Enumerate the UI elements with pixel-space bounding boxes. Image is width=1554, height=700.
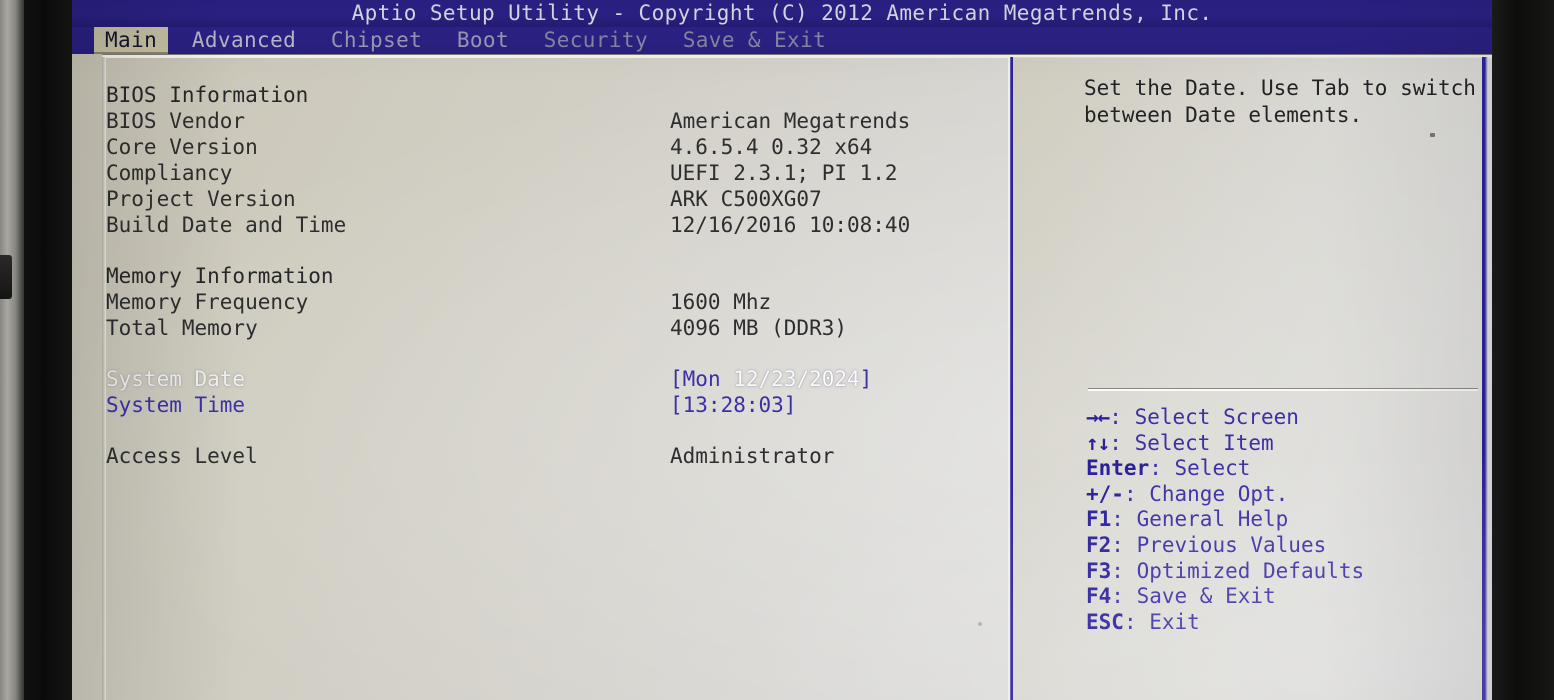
bios-screen: Aptio Setup Utility - Copyright (C) 2012… xyxy=(72,0,1492,700)
row-label: Compliancy xyxy=(106,161,233,185)
main-content-pane: BIOS Information BIOS Vendor American Me… xyxy=(106,60,1006,700)
key-action: Save & Exit xyxy=(1136,584,1276,609)
row-value: ARK C500XG07 xyxy=(670,187,822,211)
row-label: BIOS Vendor xyxy=(106,109,246,133)
row-value: UEFI 2.3.1; PI 1.2 xyxy=(670,161,898,185)
monitor-photo: Aptio Setup Utility - Copyright (C) 2012… xyxy=(0,0,1554,700)
key-name: F2 xyxy=(1086,532,1112,557)
access-level-label: Access Level xyxy=(106,444,258,468)
key-sep: : xyxy=(1111,558,1137,583)
help-pane: Set the Date. Use Tab to switch between … xyxy=(1008,57,1488,700)
key-legend-item-esc: ESC: Exit xyxy=(1086,610,1486,636)
row-label: Project Version xyxy=(106,187,296,211)
tab-advanced[interactable]: Advanced xyxy=(181,27,307,54)
section-heading-label: BIOS Information xyxy=(106,83,309,107)
access-level-value: Administrator xyxy=(670,444,835,468)
key-legend-item-f2: F2: Previous Values xyxy=(1086,533,1486,559)
section-heading-label: Memory Information xyxy=(106,264,334,288)
key-legend-item-select-item: ↑↓: Select Item xyxy=(1086,431,1486,457)
key-legend: →←: Select Screen ↑↓: Select Item Enter:… xyxy=(1086,405,1486,635)
row-label: Memory Frequency xyxy=(106,290,309,314)
row-value: American Megatrends xyxy=(670,109,911,133)
bezel-button-nub xyxy=(0,255,12,299)
key-action: Previous Values xyxy=(1136,532,1327,557)
key-sep: : xyxy=(1123,481,1150,506)
screen-dust-speck xyxy=(978,622,982,626)
tab-main[interactable]: Main xyxy=(94,27,169,54)
key-action: Select Screen xyxy=(1134,405,1299,429)
monitor-bezel-right xyxy=(1492,0,1554,700)
row-value: 4096 MB (DDR3) xyxy=(670,316,848,340)
row-value: 1600 Mhz xyxy=(670,290,772,314)
system-date-open-bracket: [ xyxy=(670,367,683,391)
arrow-left-right-icon: →← xyxy=(1086,405,1110,429)
key-legend-item-change-opt: +/-: Change Opt. xyxy=(1086,482,1486,508)
monitor-bezel-left xyxy=(0,0,72,700)
system-time-value[interactable]: [13:28:03] xyxy=(670,392,796,418)
tab-save-exit[interactable]: Save & Exit xyxy=(672,27,837,54)
help-pane-divider xyxy=(1088,388,1478,391)
key-legend-item-select-screen: →←: Select Screen xyxy=(1086,405,1486,431)
key-sep: : xyxy=(1109,430,1135,455)
system-date-date[interactable]: 12/23/2024 xyxy=(733,367,859,391)
key-legend-item-f1: F1: General Help xyxy=(1086,507,1486,533)
key-action: General Help xyxy=(1136,507,1289,532)
key-legend-item-f4: F4: Save & Exit xyxy=(1086,584,1486,610)
key-action: Optimized Defaults xyxy=(1136,558,1365,583)
system-time-label: System Time xyxy=(106,393,246,417)
key-sep: : xyxy=(1109,405,1135,429)
tab-boot[interactable]: Boot xyxy=(446,27,520,54)
row-label: Total Memory xyxy=(106,316,258,340)
system-date-weekday: Mon xyxy=(682,367,734,391)
window-title: Aptio Setup Utility - Copyright (C) 2012… xyxy=(72,0,1492,27)
row-value: 12/16/2016 10:08:40 xyxy=(670,213,911,237)
key-sep: : xyxy=(1111,532,1137,557)
key-action: Change Opt. xyxy=(1149,481,1289,506)
tab-security[interactable]: Security xyxy=(533,27,659,54)
key-legend-item-f3: F3: Optimized Defaults xyxy=(1086,559,1486,585)
key-name: F3 xyxy=(1086,558,1112,583)
system-date-label: System Date xyxy=(106,367,246,391)
screen-dust-speck xyxy=(1430,133,1435,137)
help-text: Set the Date. Use Tab to switch between … xyxy=(1084,76,1476,127)
system-date-close-bracket: ] xyxy=(859,367,873,391)
key-sep: : xyxy=(1111,507,1137,532)
key-legend-item-enter: Enter: Select xyxy=(1086,456,1486,482)
key-sep: : xyxy=(1123,609,1150,634)
key-name: +/- xyxy=(1086,481,1124,506)
key-name: Enter xyxy=(1086,456,1150,481)
key-sep: : xyxy=(1149,456,1175,481)
key-sep: : xyxy=(1111,584,1137,609)
menu-tabbar[interactable]: Main Advanced Chipset Boot Security Save… xyxy=(72,27,1492,54)
bezel-edge-highlight xyxy=(0,0,24,700)
row-label: Core Version xyxy=(106,135,258,159)
row-label: Build Date and Time xyxy=(106,213,347,237)
tab-chipset[interactable]: Chipset xyxy=(320,27,433,54)
key-action: Select Item xyxy=(1134,430,1274,455)
row-value: 4.6.5.4 0.32 x64 xyxy=(670,135,873,159)
key-action: Exit xyxy=(1149,609,1200,634)
key-name: F4 xyxy=(1086,584,1112,609)
key-name: F1 xyxy=(1086,507,1112,532)
arrow-up-down-icon: ↑↓ xyxy=(1086,430,1110,455)
system-date-value[interactable]: [Mon 12/23/2024] xyxy=(670,366,872,392)
key-name: ESC xyxy=(1086,609,1124,634)
key-action: Select xyxy=(1174,456,1251,481)
